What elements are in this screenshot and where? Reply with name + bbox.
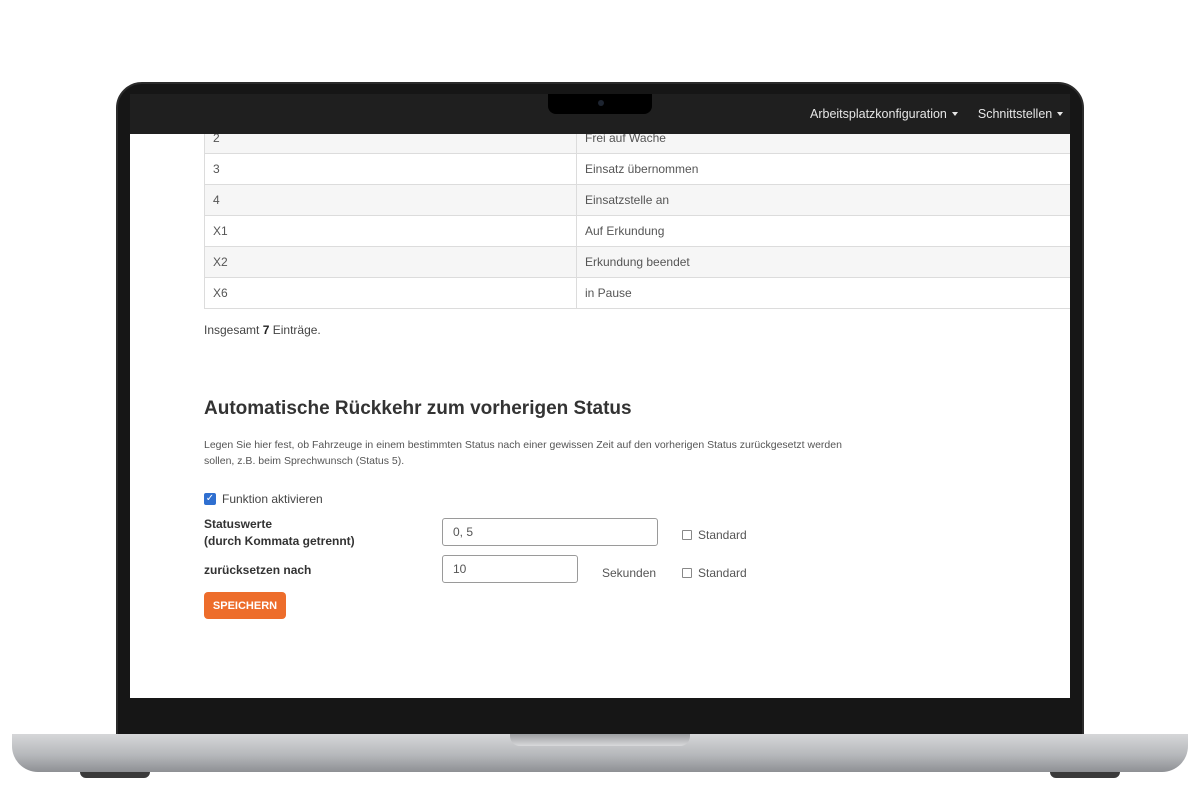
standard-option-reset[interactable]: Standard [682,566,747,580]
standard-label: Standard [698,566,747,580]
standard-checkbox[interactable] [682,530,692,540]
caret-down-icon [951,112,958,116]
seconds-unit-label: Sekunden [602,566,657,580]
section-description: Legen Sie hier fest, ob Fahrzeuge in ein… [204,439,842,467]
nav-item-arbeitsplatzkonfiguration[interactable]: Arbeitsplatzkonfiguration [810,107,958,121]
screen: Arbeitsplatzkonfiguration Schnittstellen… [130,94,1070,698]
enable-function-row[interactable]: Funktion aktivieren [204,492,323,506]
table-row: X6 in Pause [204,277,1070,309]
status-description-cell: Erkundung beendet [576,246,1070,278]
nav-item-schnittstellen[interactable]: Schnittstellen [977,107,1064,121]
summary-prefix: Insgesamt [204,323,260,337]
status-description-cell: Einsatz übernommen [576,153,1070,185]
bottom-bezel [130,698,1070,734]
camera-icon [598,100,604,106]
nav-item-label: Arbeitsplatzkonfiguration [810,107,947,121]
nav-items: Arbeitsplatzkonfiguration Schnittstellen… [810,94,1070,134]
main-content: 2 Frei auf Wache 3 Einsatz übernommen 4 … [130,94,1070,698]
status-table: 2 Frei auf Wache 3 Einsatz übernommen 4 … [204,122,1070,309]
standard-option-status[interactable]: Standard [682,528,747,542]
laptop-foot-left [80,772,150,778]
status-description-cell: in Pause [576,277,1070,309]
status-code-cell: X6 [204,277,577,309]
laptop-base-lip [510,734,690,746]
enable-function-checkbox[interactable] [204,493,216,505]
caret-down-icon [1057,112,1064,116]
nav-item-label: Schnittstellen [977,107,1053,121]
status-values-label-line2: (durch Kommata getrennt) [204,534,355,548]
status-code-cell: 4 [204,184,577,216]
table-summary: Insgesamt 7 Einträge. [204,323,321,337]
standard-checkbox[interactable] [682,568,692,578]
summary-count: 7 [262,323,270,337]
status-description-cell: Auf Erkundung [576,215,1070,247]
camera-notch [548,94,652,114]
status-values-label-line1: Statuswerte [204,517,273,531]
status-code-cell: X1 [204,215,577,247]
status-code-cell: X2 [204,246,577,278]
table-row: 3 Einsatz übernommen [204,153,1070,185]
reset-after-label: zurücksetzen nach [204,563,312,577]
table-row: X1 Auf Erkundung [204,215,1070,247]
laptop-foot-right [1050,772,1120,778]
section-title: Automatische Rückkehr zum vorherigen Sta… [204,398,632,419]
status-values-input[interactable] [442,518,658,546]
status-values-label: Statuswerte (durch Kommata getrennt) [204,516,355,550]
summary-suffix: Einträge. [272,323,321,337]
save-button[interactable]: SPEICHERN [204,592,286,619]
reset-after-input[interactable] [442,555,578,583]
status-description-cell: Einsatzstelle an [576,184,1070,216]
table-row: 4 Einsatzstelle an [204,184,1070,216]
table-row: X2 Erkundung beendet [204,246,1070,278]
enable-function-label: Funktion aktivieren [222,492,323,506]
status-code-cell: 3 [204,153,577,185]
standard-label: Standard [698,528,747,542]
